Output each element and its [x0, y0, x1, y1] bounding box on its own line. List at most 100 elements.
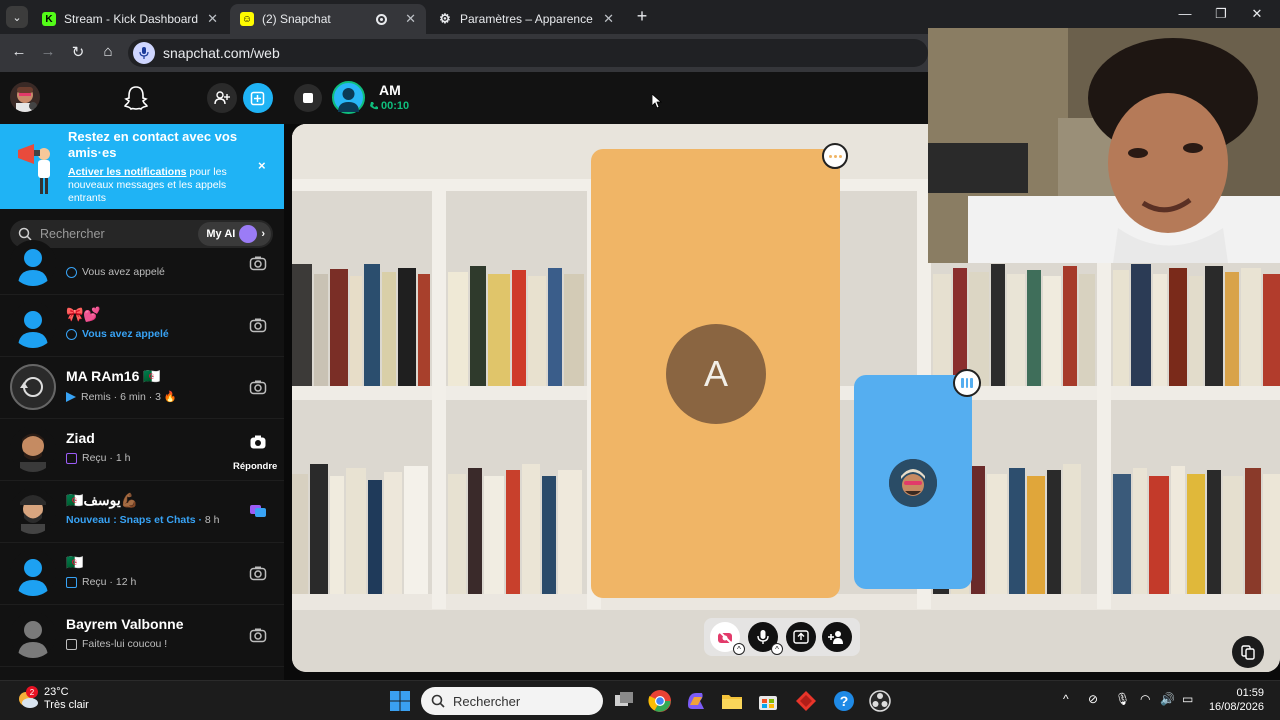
camera-icon[interactable]: [249, 254, 267, 272]
conversation-row[interactable]: 🎀💕 Vous avez appelé: [0, 295, 284, 357]
conversation-row[interactable]: Bayrem Valbonne Faites-lui coucou !: [0, 605, 284, 667]
camera-icon[interactable]: [249, 316, 267, 334]
call-outgoing-icon: [66, 328, 77, 340]
file-explorer-icon[interactable]: [720, 689, 744, 713]
close-tab-icon[interactable]: ✕: [207, 11, 218, 27]
conversation-row[interactable]: 🇩🇿يوسف💪🏾 Nouveau : Snaps et Chats · 8 h: [0, 481, 284, 543]
received-snap-icon: [66, 452, 77, 464]
participant-tile-remote[interactable]: A: [591, 143, 848, 598]
conversation-row[interactable]: MA RAm16 🇩🇿 Remis · 6 min · 3 🔥: [0, 357, 284, 419]
weather-temp: 23°C: [44, 686, 69, 698]
switch-view-button[interactable]: [1232, 636, 1264, 668]
participant-initial: A: [666, 324, 766, 424]
battery-icon[interactable]: ▭: [1182, 692, 1193, 706]
snapchat-ghost-icon[interactable]: [122, 84, 150, 112]
add-participant-button[interactable]: [822, 622, 852, 652]
callee-avatar[interactable]: [332, 81, 365, 114]
new-chat-badge-icon[interactable]: [249, 502, 267, 520]
camera-icon[interactable]: [249, 626, 267, 644]
start-button[interactable]: [388, 689, 412, 713]
new-tab-button[interactable]: +: [632, 6, 652, 27]
mouse-cursor-icon: [652, 94, 662, 108]
camera-off-button[interactable]: ^: [710, 622, 745, 655]
copilot-icon[interactable]: [684, 689, 708, 713]
call-controls: ^ ^: [704, 618, 860, 656]
contact-name: Bayrem Valbonne: [66, 616, 184, 632]
wifi-icon[interactable]: ◠: [1140, 692, 1150, 706]
banner-body: Activer les notifications pour les nouve…: [68, 166, 248, 205]
camera-icon[interactable]: [249, 564, 267, 582]
microphone-button[interactable]: ^: [748, 622, 783, 655]
close-tab-icon[interactable]: ✕: [603, 11, 614, 27]
call-outgoing-icon: [66, 266, 77, 278]
obs-icon[interactable]: [868, 689, 892, 713]
tab-title: Paramètres – Apparence: [460, 12, 593, 26]
tab-kick[interactable]: K Stream - Kick Dashboard ✕: [32, 4, 228, 34]
back-button[interactable]: ←: [9, 43, 29, 60]
microsoft-store-icon[interactable]: [756, 689, 780, 713]
chat-toggle-button[interactable]: [294, 84, 322, 112]
taskbar-search-placeholder: Rechercher: [453, 693, 521, 709]
profile-avatar[interactable]: [10, 82, 40, 112]
forward-button[interactable]: →: [38, 43, 58, 60]
conversation-status: Vous avez appelé: [66, 266, 165, 278]
tab-title: Stream - Kick Dashboard: [64, 12, 199, 26]
task-view-icon[interactable]: [612, 689, 636, 713]
conversation-status: Remis · 6 min · 3 🔥: [66, 390, 177, 403]
screen: ⌄ K Stream - Kick Dashboard ✕ ☺ (2) Snap…: [0, 0, 1280, 720]
show-hidden-icons[interactable]: ^: [1063, 692, 1069, 706]
home-button[interactable]: ⌂: [98, 43, 118, 60]
megaphone-illustration: [14, 140, 58, 196]
participant-tile-self[interactable]: [854, 369, 981, 589]
volume-icon[interactable]: 🔊: [1160, 692, 1175, 706]
avatar: [10, 612, 56, 658]
add-friend-button[interactable]: [207, 83, 237, 113]
phone-icon: [370, 102, 378, 110]
help-icon[interactable]: ?: [832, 689, 856, 713]
tab-settings[interactable]: ⚙ Paramètres – Apparence ✕: [428, 4, 624, 34]
camera-icon[interactable]: [249, 378, 267, 396]
vpn-off-icon[interactable]: ⊘: [1088, 692, 1098, 706]
close-tab-icon[interactable]: ✕: [405, 11, 416, 27]
call-timer: 00:10: [369, 100, 409, 112]
sidebar-header: [0, 72, 284, 124]
reload-button[interactable]: ↻: [68, 43, 88, 61]
svg-text:?: ?: [840, 693, 849, 709]
enable-notifications-link[interactable]: Activer les notifications: [68, 166, 186, 178]
omnibox[interactable]: snapchat.com/web: [128, 39, 928, 67]
conversation-row[interactable]: Vous avez appelé: [0, 233, 284, 295]
chrome-icon[interactable]: [648, 689, 672, 713]
audio-level-icon: [953, 369, 981, 397]
more-options-icon[interactable]: [822, 143, 848, 169]
chevron-up-icon[interactable]: ^: [733, 643, 745, 655]
close-banner-button[interactable]: ×: [258, 158, 266, 173]
app-red-diamond-icon[interactable]: [794, 689, 818, 713]
new-chat-button[interactable]: [243, 83, 273, 113]
tab-snapchat[interactable]: ☺ (2) Snapchat ✕: [230, 4, 426, 34]
system-clock[interactable]: 01:59 16/08/2026: [1206, 686, 1264, 714]
windows-taskbar: 2 23°C Très clair Rechercher ? ^ ⊘ 🎙 ◠ 🔊…: [0, 680, 1280, 720]
chevron-up-icon[interactable]: ^: [771, 643, 783, 655]
close-window-button[interactable]: ✕: [1234, 6, 1280, 22]
search-icon: [431, 694, 445, 708]
clock-date: 16/08/2026: [1208, 701, 1264, 713]
contact-name: Ziad: [66, 430, 95, 446]
taskbar-search[interactable]: Rechercher: [421, 687, 603, 715]
tab-search-button[interactable]: ⌄: [6, 6, 28, 28]
camera-icon[interactable]: [249, 433, 267, 451]
conversation-row[interactable]: 🇩🇿 Reçu · 12 h: [0, 543, 284, 605]
conversation-status: Nouveau : Snaps et Chats · 8 h: [66, 514, 220, 526]
reply-label[interactable]: Répondre: [233, 461, 277, 472]
microphone-tray-icon[interactable]: 🎙: [1115, 692, 1130, 706]
snapchat-icon: ☺: [240, 12, 254, 26]
kick-icon: K: [42, 12, 56, 26]
chat-icon: [66, 638, 77, 650]
conversation-row[interactable]: Ziad Reçu · 1 h Répondre: [0, 419, 284, 481]
avatar: [10, 426, 56, 472]
weather-widget[interactable]: 2 23°C Très clair: [16, 686, 89, 712]
share-screen-button[interactable]: [786, 622, 816, 652]
microphone-icon[interactable]: [133, 42, 155, 64]
avatar: [10, 240, 56, 286]
conversation-status: Faites-lui coucou !: [66, 638, 167, 650]
recording-icon: [376, 13, 388, 25]
